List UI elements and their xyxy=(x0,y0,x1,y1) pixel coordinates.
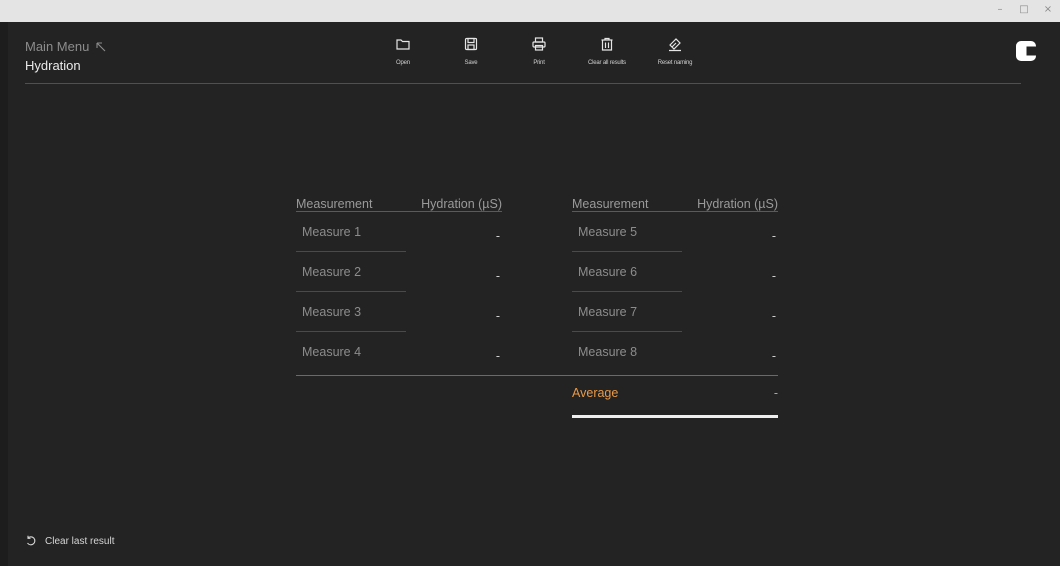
average-underline xyxy=(572,415,778,418)
main-menu-link[interactable]: Main Menu xyxy=(25,39,107,54)
save-button[interactable]: Save xyxy=(448,36,494,66)
clear-all-results-button[interactable]: Clear all results xyxy=(584,36,630,66)
table-bottom-divider xyxy=(296,375,778,376)
measure-value: - xyxy=(495,349,500,363)
save-label: Save xyxy=(464,60,478,66)
column-header-hydration: Hydration (µS) xyxy=(421,197,502,211)
window-left-edge xyxy=(0,22,8,566)
undo-icon xyxy=(27,535,36,546)
window-titlebar: – □ × xyxy=(0,0,1060,22)
table-row[interactable]: Measure 7 - xyxy=(572,292,778,332)
close-button[interactable]: × xyxy=(1042,3,1054,17)
open-button[interactable]: Open xyxy=(380,36,426,66)
table-row[interactable]: Measure 5 - xyxy=(572,212,778,252)
measure-value: - xyxy=(495,269,500,283)
clear-last-label: Clear last result xyxy=(45,535,115,547)
measure-name[interactable]: Measure 6 xyxy=(572,265,637,279)
table-row[interactable]: Measure 3 - xyxy=(296,292,502,332)
app-window: Main Menu Hydration Open Save Print Clea… xyxy=(0,22,1060,566)
print-button[interactable]: Print xyxy=(516,36,562,66)
main-menu-label: Main Menu xyxy=(25,39,90,54)
table-header: Measurement Hydration (µS) xyxy=(296,190,502,212)
measurement-table-right: Measurement Hydration (µS) Measure 5 - M… xyxy=(572,190,778,372)
measure-value: - xyxy=(771,269,776,283)
save-icon xyxy=(464,37,478,51)
trash-icon xyxy=(601,37,613,51)
folder-icon xyxy=(396,39,410,50)
printer-icon xyxy=(532,37,546,51)
average-row: Average - xyxy=(572,386,778,400)
measure-value: - xyxy=(495,309,500,323)
eraser-icon xyxy=(669,38,681,52)
table-row[interactable]: Measure 2 - xyxy=(296,252,502,292)
average-label: Average xyxy=(572,386,619,400)
table-row[interactable]: Measure 6 - xyxy=(572,252,778,292)
measure-name[interactable]: Measure 8 xyxy=(572,345,637,359)
measure-value: - xyxy=(771,309,776,323)
minimize-button[interactable]: – xyxy=(994,3,1006,17)
app-logo-icon xyxy=(1016,41,1036,61)
open-label: Open xyxy=(396,60,410,66)
measure-name[interactable]: Measure 1 xyxy=(296,225,361,239)
maximize-button[interactable]: □ xyxy=(1018,3,1030,17)
measure-name[interactable]: Measure 4 xyxy=(296,345,361,359)
measure-name[interactable]: Measure 5 xyxy=(572,225,637,239)
breadcrumb: Main Menu Hydration xyxy=(25,39,107,73)
measure-name[interactable]: Measure 3 xyxy=(296,305,361,319)
measure-value: - xyxy=(771,349,776,363)
table-row[interactable]: Measure 1 - xyxy=(296,212,502,252)
column-header-measurement: Measurement xyxy=(296,197,373,211)
reset-naming-label: Reset naming xyxy=(657,60,693,66)
reset-naming-button[interactable]: Reset naming xyxy=(652,36,698,66)
clear-all-label: Clear all results xyxy=(588,60,626,66)
print-label: Print xyxy=(533,60,545,66)
column-header-hydration: Hydration (µS) xyxy=(697,197,778,211)
toolbar: Open Save Print Clear all results Reset … xyxy=(380,36,720,66)
measure-name[interactable]: Measure 2 xyxy=(296,265,361,279)
table-header: Measurement Hydration (µS) xyxy=(572,190,778,212)
clear-last-result-button[interactable]: Clear last result xyxy=(25,535,114,547)
measure-name[interactable]: Measure 7 xyxy=(572,305,637,319)
measurement-table-left: Measurement Hydration (µS) Measure 1 - M… xyxy=(296,190,502,372)
arrow-up-left-icon xyxy=(96,41,106,51)
header-divider xyxy=(25,83,1021,84)
measure-value: - xyxy=(495,229,500,243)
average-value: - xyxy=(773,386,778,400)
page-title: Hydration xyxy=(25,58,81,73)
measure-value: - xyxy=(771,229,776,243)
table-row[interactable]: Measure 4 - xyxy=(296,332,502,372)
column-header-measurement: Measurement xyxy=(572,197,649,211)
table-row[interactable]: Measure 8 - xyxy=(572,332,778,372)
